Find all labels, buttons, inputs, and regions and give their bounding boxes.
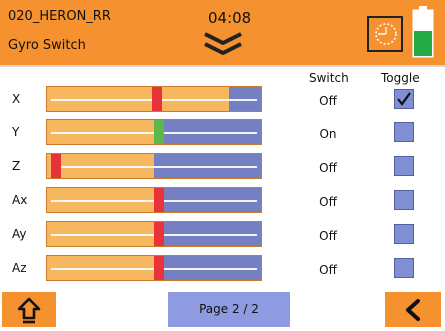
gyro-slider-ay[interactable] <box>46 221 262 247</box>
back-button[interactable] <box>385 292 441 327</box>
axis-label-ax: Ax <box>12 193 28 207</box>
switch-value-ax: Off <box>319 195 337 209</box>
toggle-checkbox-az[interactable] <box>394 258 414 278</box>
chevron-down-icon[interactable] <box>197 30 249 62</box>
toggle-column-header: Toggle <box>381 71 420 85</box>
switch-column-header: Switch <box>309 71 349 85</box>
slider-track <box>51 166 257 168</box>
gyro-slider-az[interactable] <box>46 255 262 281</box>
slider-marker[interactable] <box>154 120 164 144</box>
slider-marker[interactable] <box>154 188 164 212</box>
switch-value-z: Off <box>319 161 337 175</box>
axis-label-az: Az <box>12 261 27 275</box>
battery-icon <box>412 6 434 58</box>
home-button[interactable] <box>2 292 56 327</box>
toggle-checkbox-z[interactable] <box>394 156 414 176</box>
toggle-checkbox-x[interactable] <box>394 89 414 109</box>
axis-label-z: Z <box>12 159 21 173</box>
toggle-checkbox-y[interactable] <box>394 122 414 142</box>
gyro-slider-x[interactable] <box>46 86 262 112</box>
model-name: 020_HERON_RR <box>8 9 111 24</box>
gyro-slider-y[interactable] <box>46 119 262 145</box>
switch-value-ay: Off <box>319 229 337 243</box>
slider-marker[interactable] <box>152 87 162 111</box>
gyro-slider-ax[interactable] <box>46 187 262 213</box>
checkmark-icon <box>397 92 411 106</box>
switch-value-az: Off <box>319 263 337 277</box>
header-divider <box>0 65 445 67</box>
back-chevron-icon <box>406 299 420 321</box>
slider-marker[interactable] <box>154 222 164 246</box>
axis-label-ay: Ay <box>12 227 27 241</box>
slider-marker[interactable] <box>51 154 61 178</box>
screen-title: Gyro Switch <box>8 38 86 53</box>
slider-marker[interactable] <box>154 256 164 280</box>
toggle-checkbox-ay[interactable] <box>394 224 414 244</box>
axis-label-y: Y <box>12 125 20 139</box>
timer[interactable]: 04:08 <box>208 9 251 27</box>
gyro-slider-z[interactable] <box>46 153 262 179</box>
header-bar: 020_HERON_RR Gyro Switch 04:08 <box>0 0 445 65</box>
page-indicator-button[interactable]: Page 2 / 2 <box>168 292 290 327</box>
switch-value-y: On <box>319 127 337 141</box>
timer-clock-icon[interactable] <box>367 16 403 52</box>
home-icon <box>17 297 41 324</box>
switch-value-x: Off <box>319 94 337 108</box>
toggle-checkbox-ax[interactable] <box>394 190 414 210</box>
axis-label-x: X <box>12 92 21 106</box>
